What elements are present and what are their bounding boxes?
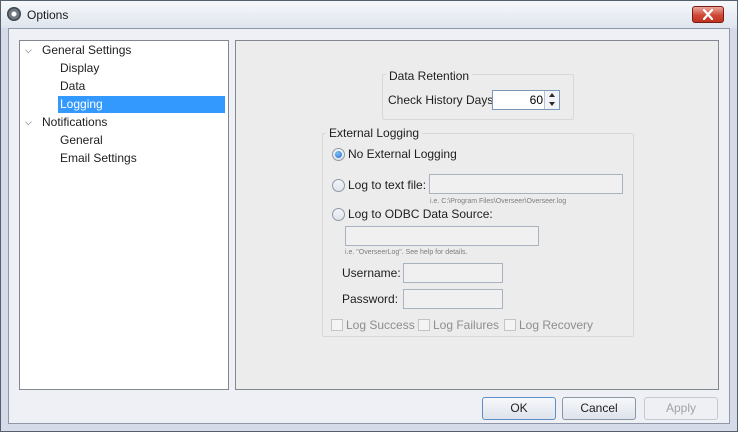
odbc-source-input[interactable] [345, 226, 539, 246]
check-history-stepper[interactable] [492, 90, 560, 110]
no-external-logging-label[interactable]: No External Logging [348, 146, 457, 162]
password-input[interactable] [403, 289, 503, 309]
close-icon [702, 9, 714, 20]
window-title: Options [27, 8, 69, 22]
tree-item-notifications[interactable]: Notifications [40, 114, 109, 131]
username-input[interactable] [403, 263, 503, 283]
external-logging-legend: External Logging [326, 126, 423, 140]
gear-icon [7, 7, 21, 21]
password-label: Password: [342, 292, 399, 306]
title-bar[interactable]: Options [1, 1, 737, 28]
ok-button[interactable]: OK [482, 397, 556, 420]
tree-item-email-settings[interactable]: Email Settings [58, 150, 139, 167]
log-recovery-label[interactable]: Log Recovery [519, 318, 593, 332]
data-retention-legend: Data Retention [386, 69, 473, 83]
no-external-logging-radio[interactable] [332, 148, 345, 161]
tree-item-logging[interactable]: Logging [58, 96, 225, 113]
log-to-odbc-label[interactable]: Log to ODBC Data Source: [348, 206, 493, 222]
tree-item-general-settings[interactable]: General Settings [40, 42, 133, 59]
log-recovery-checkbox[interactable] [504, 319, 516, 331]
options-window: Options ⌵ General Settings Display Data … [0, 0, 738, 432]
close-button[interactable] [692, 6, 724, 23]
text-file-hint: i.e. C:\Program Files\Overseer\Overseer.… [430, 198, 567, 205]
dialog-body: ⌵ General Settings Display Data Logging … [8, 28, 730, 424]
apply-button[interactable]: Apply [644, 397, 718, 420]
settings-tree: ⌵ General Settings Display Data Logging … [19, 40, 229, 390]
check-history-input[interactable] [493, 91, 546, 109]
log-failures-checkbox[interactable] [418, 319, 430, 331]
log-success-label[interactable]: Log Success [346, 318, 415, 332]
tree-item-display[interactable]: Display [58, 60, 101, 77]
check-history-label: Check History Days: [388, 93, 497, 107]
tree-item-general[interactable]: General [58, 132, 105, 149]
username-label: Username: [342, 266, 401, 280]
text-file-path-input[interactable] [429, 174, 623, 194]
tree-item-data[interactable]: Data [58, 78, 87, 95]
log-success-checkbox[interactable] [331, 319, 343, 331]
log-to-text-file-radio[interactable] [332, 179, 345, 192]
cancel-button[interactable]: Cancel [562, 397, 636, 420]
odbc-hint: i.e. "OverseerLog". See help for details… [345, 249, 468, 256]
logging-panel: Data Retention Check History Days: Exter… [235, 40, 719, 390]
log-failures-label[interactable]: Log Failures [433, 318, 499, 332]
collapse-chevron-icon[interactable]: ⌵ [25, 114, 32, 131]
spin-down-icon[interactable] [544, 100, 559, 109]
collapse-chevron-icon[interactable]: ⌵ [25, 42, 32, 59]
log-to-odbc-radio[interactable] [332, 208, 345, 221]
log-to-text-file-label[interactable]: Log to text file: [348, 177, 426, 193]
